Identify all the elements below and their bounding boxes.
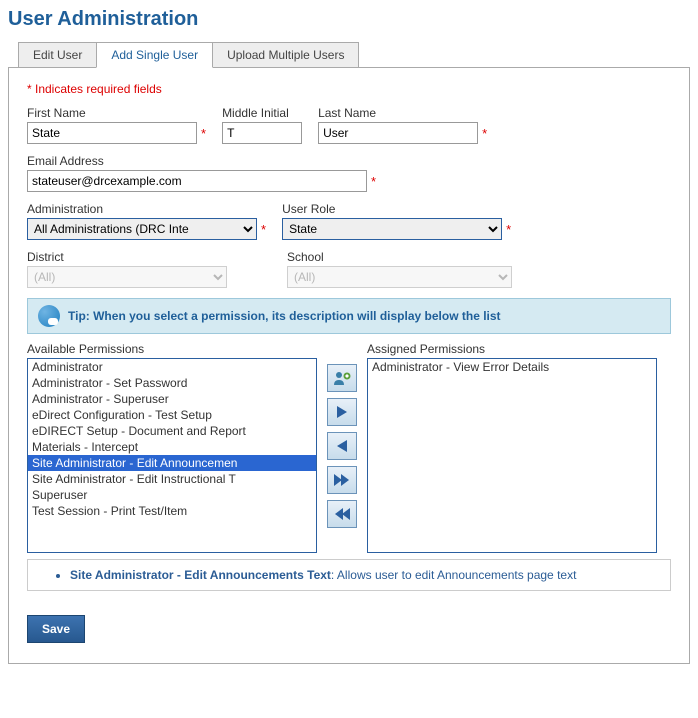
administration-label: Administration [27, 202, 266, 216]
tab-bar: Edit User Add Single User Upload Multipl… [18, 41, 690, 67]
school-select: (All) [287, 266, 512, 288]
assigned-permissions-list[interactable]: Administrator - View Error Details [367, 358, 657, 553]
list-item[interactable]: Administrator [28, 359, 316, 375]
tab-edit-user[interactable]: Edit User [18, 42, 97, 68]
middle-initial-input[interactable] [222, 122, 302, 144]
available-permissions-list[interactable]: AdministratorAdministrator - Set Passwor… [27, 358, 317, 553]
first-name-input[interactable] [27, 122, 197, 144]
first-name-label: First Name [27, 106, 206, 120]
list-item[interactable]: Site Administrator - Edit Instructional … [28, 471, 316, 487]
move-right-button[interactable] [327, 398, 357, 426]
list-item[interactable]: Superuser [28, 487, 316, 503]
user-role-select[interactable]: State [282, 218, 502, 240]
required-star: * [261, 222, 266, 237]
list-item[interactable]: Test Session - Print Test/Item [28, 503, 316, 519]
last-name-label: Last Name [318, 106, 487, 120]
speech-bubble-icon [38, 305, 60, 327]
required-fields-note: * Indicates required fields [27, 82, 671, 96]
required-star: * [201, 126, 206, 141]
tab-upload-multiple-users[interactable]: Upload Multiple Users [212, 42, 359, 68]
description-text: : Allows user to edit Announcements page… [331, 568, 576, 582]
list-item[interactable]: Administrator - Set Password [28, 375, 316, 391]
district-label: District [27, 250, 227, 264]
user-role-label: User Role [282, 202, 511, 216]
middle-initial-label: Middle Initial [222, 106, 302, 120]
list-item[interactable]: eDirect Configuration - Test Setup [28, 407, 316, 423]
list-item[interactable]: Site Administrator - Edit Announcemen [28, 455, 316, 471]
assigned-permissions-label: Assigned Permissions [367, 342, 657, 356]
move-left-button[interactable] [327, 432, 357, 460]
move-all-right-button[interactable] [327, 466, 357, 494]
content-panel: * Indicates required fields First Name *… [8, 67, 690, 664]
assign-user-button[interactable] [327, 364, 357, 392]
required-star: * [506, 222, 511, 237]
list-item[interactable]: eDIRECT Setup - Document and Report [28, 423, 316, 439]
tip-banner: Tip: When you select a permission, its d… [27, 298, 671, 334]
school-label: School [287, 250, 512, 264]
tab-add-single-user[interactable]: Add Single User [96, 42, 213, 68]
move-all-left-button[interactable] [327, 500, 357, 528]
email-label: Email Address [27, 154, 376, 168]
email-input[interactable] [27, 170, 367, 192]
list-item[interactable]: Administrator - View Error Details [368, 359, 656, 375]
permission-description: Site Administrator - Edit Announcements … [27, 559, 671, 591]
district-select: (All) [27, 266, 227, 288]
save-button[interactable]: Save [27, 615, 85, 643]
required-star: * [371, 174, 376, 189]
administration-select[interactable]: All Administrations (DRC Inte [27, 218, 257, 240]
last-name-input[interactable] [318, 122, 478, 144]
page-title: User Administration [8, 8, 690, 31]
description-title: Site Administrator - Edit Announcements … [70, 568, 331, 582]
available-permissions-label: Available Permissions [27, 342, 317, 356]
list-item[interactable]: Administrator - Superuser [28, 391, 316, 407]
list-item[interactable]: Materials - Intercept [28, 439, 316, 455]
tip-text: Tip: When you select a permission, its d… [68, 309, 501, 323]
required-star: * [482, 126, 487, 141]
